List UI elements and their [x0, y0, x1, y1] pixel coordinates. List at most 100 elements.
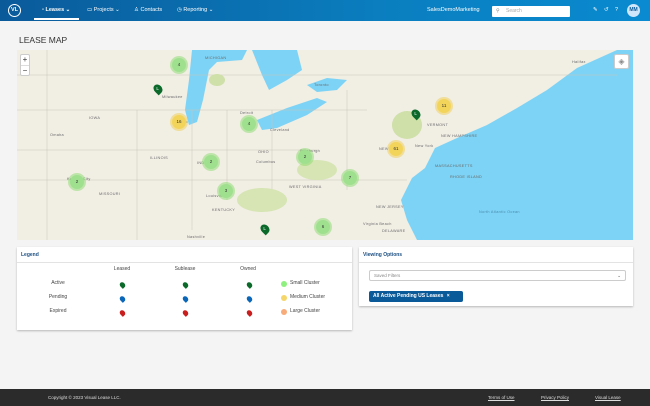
- map-label: DELAWARE: [382, 229, 406, 233]
- viewing-options-panel: Viewing Options Saved Filters ⌄ All Activ…: [359, 247, 633, 306]
- map-label: New York: [415, 144, 434, 148]
- map-cluster[interactable]: 61: [389, 142, 403, 156]
- map-cluster[interactable]: 16: [172, 115, 186, 129]
- filter-chip[interactable]: All Active Pending US Leases ×: [369, 291, 463, 302]
- avatar[interactable]: MM: [627, 4, 640, 17]
- map-label: Columbus: [256, 160, 276, 164]
- pending-leased-marker-icon: [118, 295, 127, 303]
- saved-filters-select[interactable]: Saved Filters ⌄: [369, 270, 626, 281]
- top-nav: VL ▫ Leases ⌄ ▭ Projects ⌄ ♙ Contacts ◷ …: [0, 0, 650, 21]
- lease-map[interactable]: MICHIGAN IOWA ILLINOIS INDIANA OHIO MISS…: [17, 50, 633, 240]
- search-input[interactable]: ⚲ Search: [492, 6, 570, 17]
- search-icon: ⚲: [496, 8, 500, 14]
- close-icon[interactable]: ×: [447, 293, 450, 299]
- map-label: Halifax: [572, 60, 586, 64]
- visual-lease-link[interactable]: Visual Lease: [595, 395, 621, 400]
- nav-leases-label: Leases ⌄: [45, 7, 71, 13]
- map-label: Virginia Beach: [363, 222, 392, 226]
- map-label: Omaha: [50, 133, 64, 137]
- nav-reporting-label: Reporting ⌄: [183, 7, 214, 13]
- map-cluster[interactable]: 11: [437, 99, 451, 113]
- map-label: OHIO: [258, 150, 269, 154]
- pin-label: L: [156, 86, 159, 92]
- pin-label: L: [414, 111, 417, 117]
- map-label: North Atlantic Ocean: [479, 210, 520, 214]
- legend-col-owned: Owned: [240, 266, 256, 272]
- legend-row-pending: Pending: [48, 294, 68, 300]
- map-label: MASSACHUSETTS: [435, 164, 473, 168]
- page-title: LEASE MAP: [19, 35, 68, 45]
- active-tab-indicator: [34, 18, 79, 20]
- map-label: MISSOURI: [99, 192, 121, 196]
- active-owned-marker-icon: [245, 281, 254, 289]
- map-label: Cleveland: [270, 128, 290, 132]
- map-label: ILLINOIS: [150, 156, 169, 160]
- legend-small-cluster: Small Cluster: [290, 280, 320, 286]
- legend-col-sublease: Sublease: [174, 266, 196, 272]
- account-name[interactable]: SalesDemoMarketing: [427, 7, 480, 13]
- map-label: VERMONT: [427, 123, 449, 127]
- map-label: NEW HAMPSHIRE: [441, 134, 478, 138]
- map-label: NEW JERSEY: [376, 205, 404, 209]
- map-cluster[interactable]: 4: [242, 117, 256, 131]
- layers-icon: ◈: [618, 57, 625, 66]
- map-label: Toronto: [314, 83, 329, 87]
- filter-chip-label: All Active Pending US Leases: [373, 293, 444, 299]
- pending-sublease-marker-icon: [181, 295, 190, 303]
- logo[interactable]: VL: [8, 4, 21, 17]
- zoom-out-button[interactable]: −: [21, 66, 29, 76]
- map-cluster[interactable]: 3: [219, 184, 233, 198]
- map-cluster[interactable]: 4: [172, 58, 186, 72]
- nav-projects-label: Projects ⌄: [93, 7, 120, 13]
- map-label: MICHIGAN: [205, 56, 227, 60]
- expired-owned-marker-icon: [245, 309, 254, 317]
- chevron-down-icon: ⌄: [617, 273, 621, 278]
- map-cluster[interactable]: 2: [70, 175, 84, 189]
- legend-row-expired: Expired: [49, 308, 67, 314]
- large-cluster-icon: [281, 309, 287, 315]
- expired-leased-marker-icon: [118, 309, 127, 317]
- legend-medium-cluster: Medium Cluster: [290, 294, 326, 300]
- nav-reporting[interactable]: ◷ Reporting ⌄: [177, 7, 213, 13]
- map-label: RHODE ISLAND: [450, 175, 483, 179]
- copyright: Copyright © 2023 Visual Lease LLC.: [48, 395, 121, 400]
- history-icon[interactable]: ↺: [604, 7, 609, 13]
- small-cluster-icon: [281, 281, 287, 287]
- layers-button[interactable]: ◈: [614, 54, 629, 69]
- map-cluster[interactable]: 2: [298, 150, 312, 164]
- medium-cluster-icon: [281, 295, 287, 301]
- help-icon[interactable]: ?: [615, 7, 618, 13]
- active-sublease-marker-icon: [181, 281, 190, 289]
- map-label: IOWA: [89, 116, 101, 120]
- nav-contacts-label: Contacts: [140, 7, 163, 13]
- terms-link[interactable]: Terms of Use: [488, 395, 515, 400]
- zoom-control: + −: [20, 54, 30, 76]
- pending-owned-marker-icon: [245, 295, 254, 303]
- map-cluster[interactable]: 7: [343, 171, 357, 185]
- select-placeholder: Saved Filters: [374, 273, 401, 278]
- pin-label: L: [263, 226, 266, 232]
- active-leased-marker-icon: [118, 281, 127, 289]
- map-label: WEST VIRGINIA: [289, 185, 322, 189]
- map-label: Detroit: [240, 111, 254, 115]
- map-label: Milwaukee: [162, 95, 183, 99]
- privacy-link[interactable]: Privacy Policy: [541, 395, 569, 400]
- search-placeholder: Search: [506, 8, 522, 14]
- expired-sublease-marker-icon: [181, 309, 190, 317]
- map-label: Nashville: [187, 235, 206, 239]
- nav-projects[interactable]: ▭ Projects ⌄: [87, 7, 120, 13]
- nav-leases[interactable]: ▫ Leases ⌄: [42, 7, 70, 13]
- footer: Copyright © 2023 Visual Lease LLC. Terms…: [0, 389, 650, 406]
- zoom-in-button[interactable]: +: [21, 55, 29, 66]
- map-base: [17, 50, 633, 240]
- wrench-icon[interactable]: ✎: [593, 7, 598, 13]
- map-cluster[interactable]: 2: [204, 155, 218, 169]
- legend-col-leased: Leased: [113, 266, 131, 272]
- map-label: KENTUCKY: [212, 208, 236, 212]
- legend-row-active: Active: [51, 280, 65, 286]
- nav-contacts[interactable]: ♙ Contacts: [134, 7, 162, 13]
- legend-title: Legend: [17, 247, 352, 263]
- legend-large-cluster: Large Cluster: [290, 308, 321, 314]
- viewing-options-title: Viewing Options: [359, 247, 633, 263]
- map-cluster[interactable]: 6: [316, 220, 330, 234]
